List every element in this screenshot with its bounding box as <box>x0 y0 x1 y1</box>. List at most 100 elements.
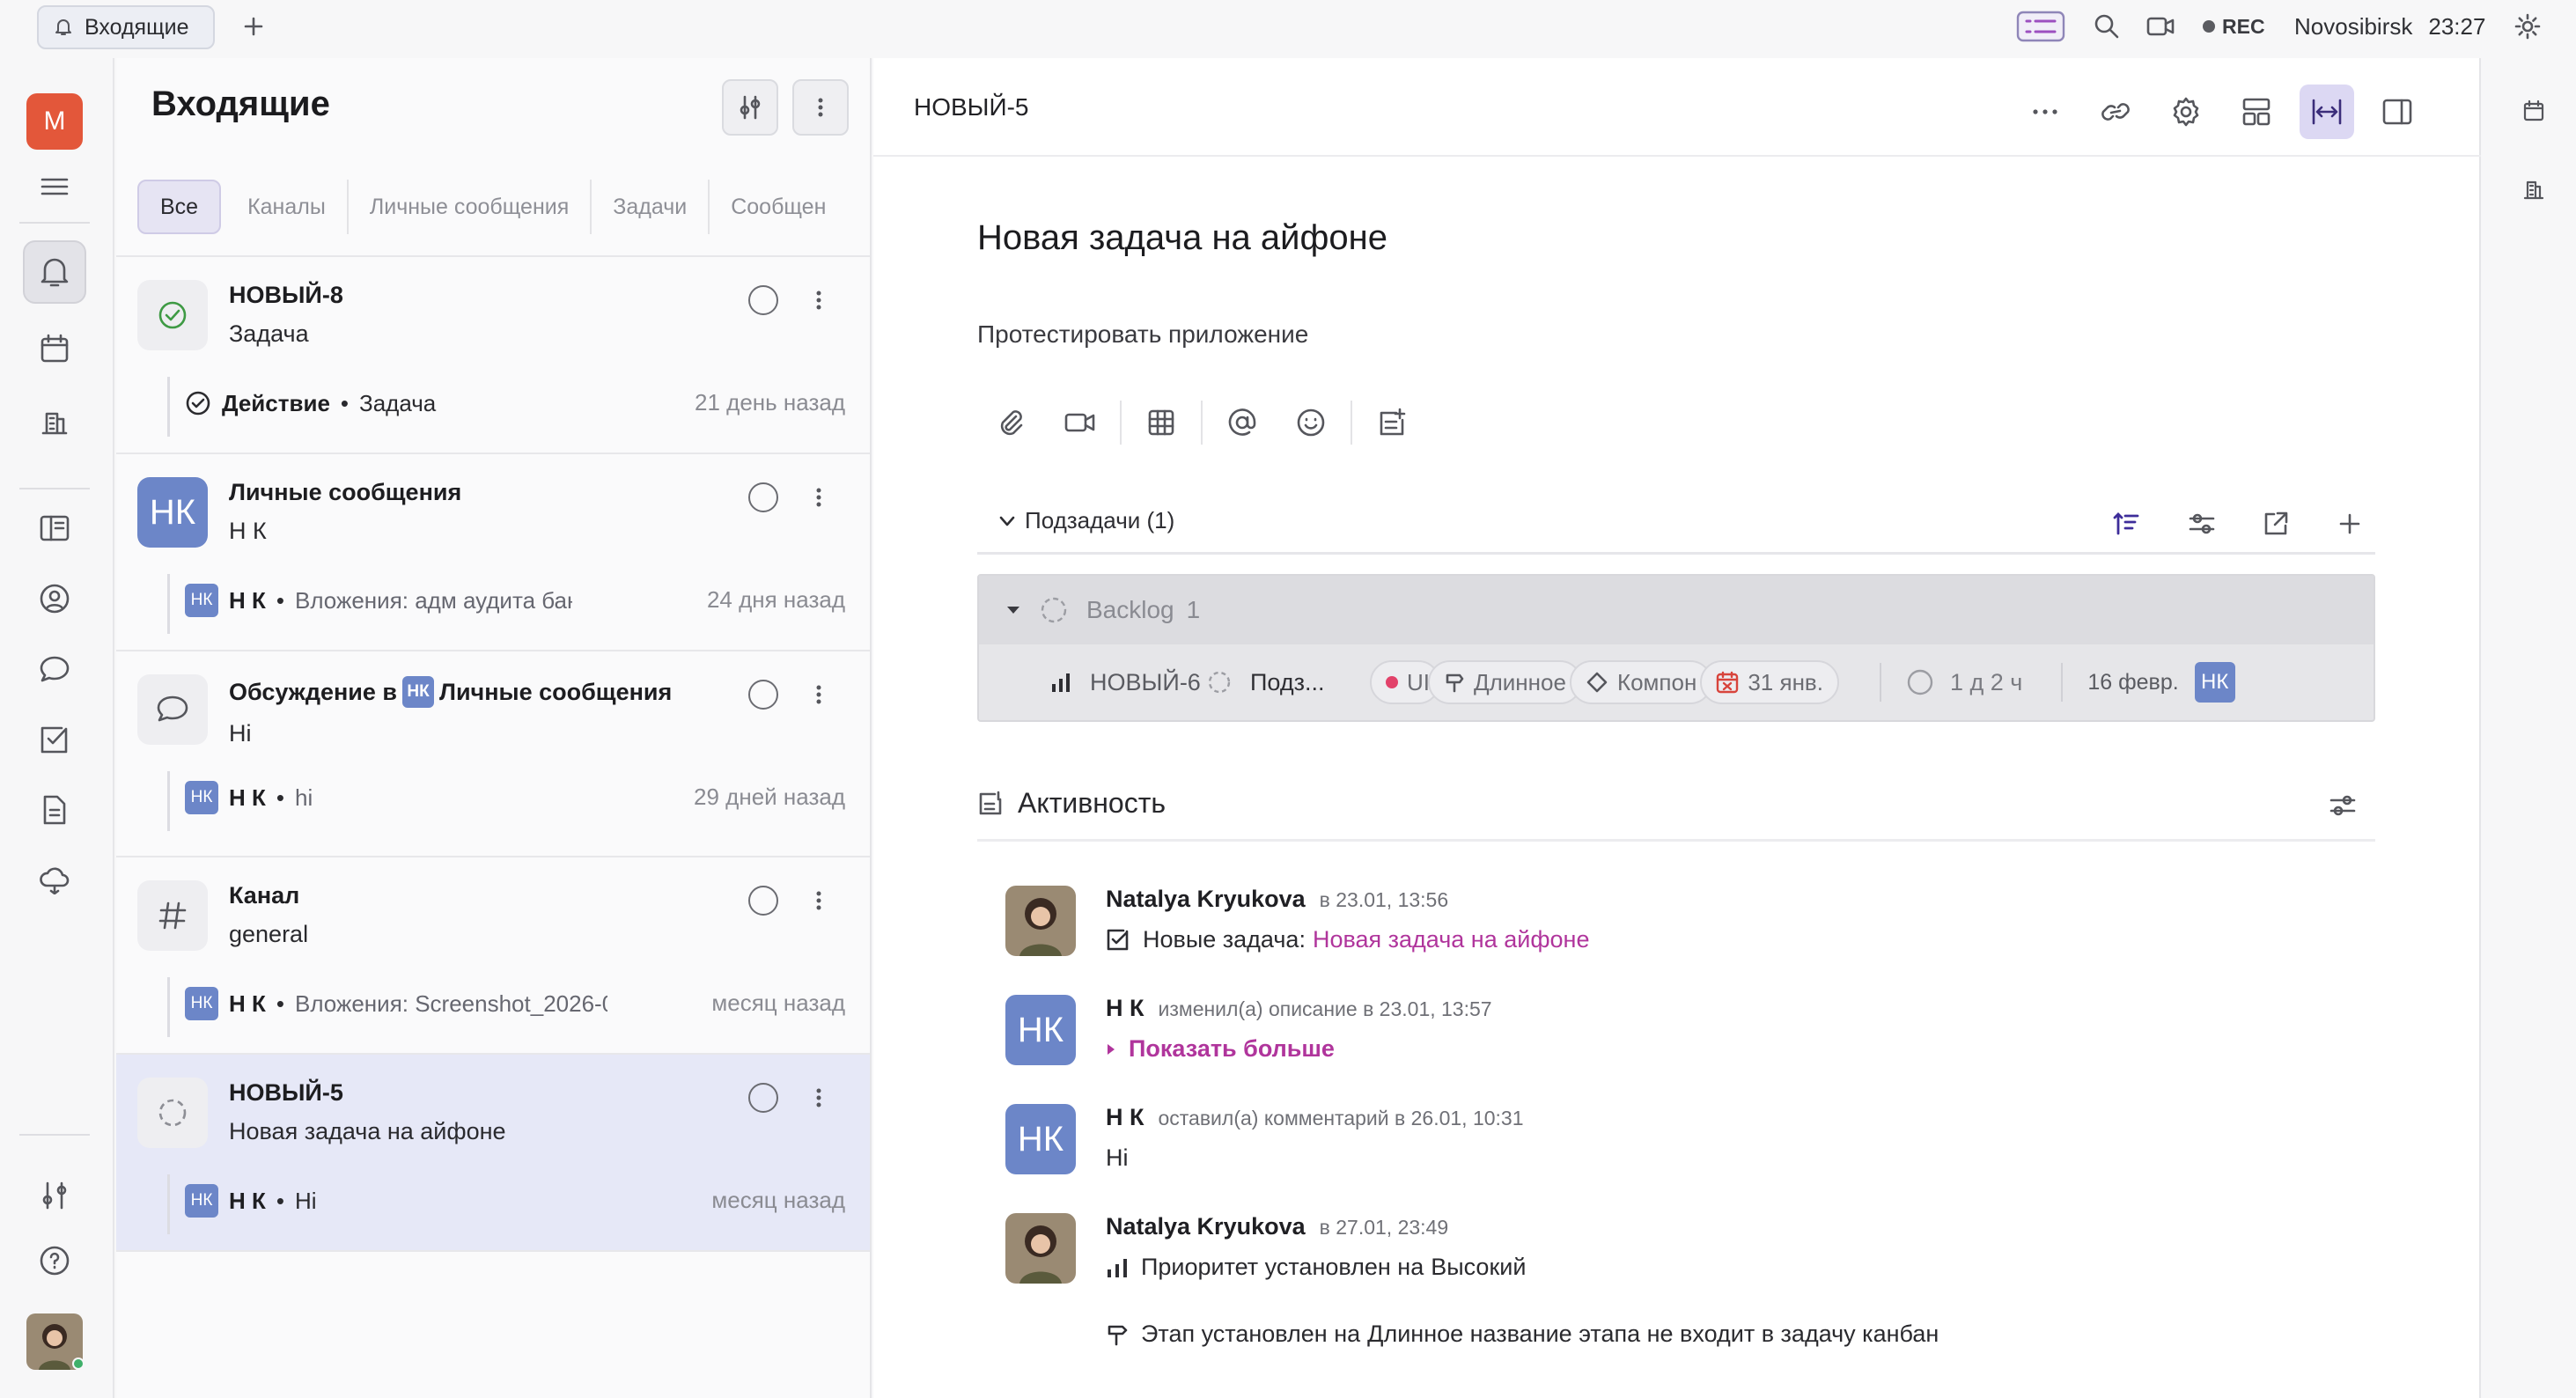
menu-button[interactable] <box>23 155 86 218</box>
attach-button[interactable] <box>977 398 1046 447</box>
search-button[interactable] <box>2094 7 2120 46</box>
more-vertical-icon[interactable] <box>810 681 828 708</box>
rail-documents[interactable] <box>23 497 86 560</box>
filter-tab-direct[interactable]: Личные сообщения <box>349 180 592 234</box>
inbox-item[interactable]: Канал general НК Н К • Вложения: Screens… <box>116 856 870 1053</box>
video-attach-button[interactable] <box>1046 398 1115 447</box>
activity-author[interactable]: Н К <box>1106 1104 1144 1131</box>
due-date-pill[interactable]: 31 янв. <box>1700 660 1839 704</box>
rail-calendar[interactable] <box>23 317 86 380</box>
inbox-item[interactable]: Обсуждение в НК Личные сообщения Hi НК Н… <box>116 650 870 847</box>
right-rail-calendar[interactable] <box>2516 93 2551 129</box>
inbox-item-selected[interactable]: НОВЫЙ-5 Новая задача на айфоне НК Н К • … <box>116 1053 870 1250</box>
layout-button[interactable] <box>2229 85 2284 139</box>
open-external-button[interactable] <box>2254 502 2298 546</box>
user-avatar[interactable]: НК <box>1005 995 1076 1065</box>
rail-divider <box>19 222 90 224</box>
item-meta: НК Н К • Вложения: Screenshot_2026-0: <box>185 986 607 1021</box>
recording-indicator[interactable]: REC <box>2203 7 2265 46</box>
backlog-header[interactable]: Backlog 1 <box>979 576 2374 644</box>
more-vertical-icon[interactable] <box>810 287 828 313</box>
activity-filter-button[interactable] <box>2321 784 2365 828</box>
inbox-more-button[interactable] <box>792 79 849 136</box>
issue-description[interactable]: Протестировать приложение <box>977 320 1308 349</box>
inbox-item[interactable]: НК Личные сообщения Н К НК Н К • Вложени… <box>116 453 870 650</box>
mark-read-button[interactable] <box>748 680 778 710</box>
building-icon <box>41 412 68 435</box>
add-subtask-plus-button[interactable] <box>2328 502 2372 546</box>
mark-read-button[interactable] <box>748 886 778 916</box>
mark-read-button[interactable] <box>748 1083 778 1113</box>
mark-read-button[interactable] <box>748 482 778 512</box>
user-avatar[interactable] <box>1005 886 1076 956</box>
more-button[interactable] <box>2018 85 2072 139</box>
activity-text: Этап установлен на <box>1141 1321 1361 1347</box>
subtasks-label: Подзадачи (1) <box>1025 507 1175 533</box>
view-options-button[interactable] <box>2180 502 2224 546</box>
author-avatar: НК <box>185 1184 218 1218</box>
gear-icon <box>2173 97 2199 127</box>
show-more-link[interactable]: Показать больше <box>1129 1035 1335 1063</box>
item-type-icon <box>137 280 208 350</box>
item-avatar: НК <box>137 477 208 548</box>
assignee-avatar[interactable]: НК <box>2194 662 2235 703</box>
rail-office[interactable] <box>23 389 86 453</box>
activity-issue-link[interactable]: Новая задача на айфоне <box>1313 926 1590 953</box>
more-vertical-icon[interactable] <box>810 484 828 511</box>
activity-author[interactable]: Natalya Kryukova <box>1106 1213 1306 1240</box>
filter-tab-channels[interactable]: Каналы <box>226 180 349 234</box>
stage-pill[interactable]: Длинное <box>1428 660 1582 704</box>
gear-icon <box>2514 13 2541 40</box>
priority-high-icon <box>1108 1258 1127 1277</box>
sort-button[interactable] <box>2104 502 2148 546</box>
table-icon <box>1148 409 1174 436</box>
rail-tasks[interactable] <box>23 708 86 771</box>
workspace-avatar[interactable]: M <box>26 93 83 150</box>
tracker-button[interactable] <box>2016 7 2065 46</box>
item-meta: НК Н К • Hi <box>185 1183 625 1218</box>
rail-settings[interactable] <box>23 1164 86 1227</box>
settings-button[interactable] <box>2514 7 2541 46</box>
user-avatar[interactable]: НК <box>1005 1104 1076 1174</box>
activity-body: Приоритет установлен на Высокий <box>1106 1254 1526 1281</box>
video-button[interactable] <box>2146 7 2175 46</box>
subtask-row[interactable]: НОВЫЙ-6 Подз... UI Длинное Компон 31 янв… <box>979 644 2374 720</box>
contact-icon <box>40 584 70 614</box>
toggle-sidebar-button[interactable] <box>2370 85 2425 139</box>
inbox-filter-button[interactable] <box>722 79 778 136</box>
row-divider <box>2061 663 2064 702</box>
activity-entry: НК Н К оставил(а) комментарий в 26.01, 1… <box>1005 1104 2326 1201</box>
new-tab-button[interactable] <box>236 9 271 44</box>
inbox-item[interactable]: НОВЫЙ-8 Задача Действие • Задача 21 день… <box>116 255 870 453</box>
rail-files[interactable] <box>23 778 86 842</box>
activity-author[interactable]: Н К <box>1106 995 1144 1022</box>
full-width-button[interactable] <box>2300 85 2354 139</box>
tab-inbox[interactable]: Входящие <box>37 5 215 49</box>
activity-author[interactable]: Natalya Kryukova <box>1106 886 1306 913</box>
more-vertical-icon[interactable] <box>810 887 828 914</box>
issue-title[interactable]: Новая задача на айфоне <box>977 218 1387 258</box>
filter-tab-tasks[interactable]: Задачи <box>592 180 710 234</box>
filter-tab-all[interactable]: Все <box>137 180 222 234</box>
add-subtask-button[interactable] <box>1358 398 1426 447</box>
filter-tab-messages[interactable]: Сообщен <box>710 180 847 234</box>
rail-drive[interactable] <box>23 849 86 912</box>
rail-contacts[interactable] <box>23 567 86 630</box>
activity-icon <box>979 791 1002 814</box>
mention-button[interactable] <box>1208 398 1277 447</box>
rail-help[interactable] <box>23 1229 86 1292</box>
issue-settings-button[interactable] <box>2159 85 2213 139</box>
item-type-icon <box>137 880 208 951</box>
rail-inbox[interactable] <box>23 240 86 304</box>
emoji-button[interactable] <box>1277 398 1345 447</box>
rail-chat[interactable] <box>23 637 86 701</box>
user-avatar[interactable] <box>1005 1213 1076 1284</box>
component-pill[interactable]: Компон <box>1569 660 1713 704</box>
item-subtitle: general <box>229 921 309 947</box>
more-vertical-icon[interactable] <box>810 1085 828 1111</box>
right-rail-office[interactable] <box>2516 171 2551 206</box>
mark-read-button[interactable] <box>748 285 778 315</box>
table-button[interactable] <box>1127 398 1196 447</box>
subtasks-toggle[interactable]: Подзадачи (1) <box>998 507 1174 534</box>
copy-link-button[interactable] <box>2088 85 2143 139</box>
